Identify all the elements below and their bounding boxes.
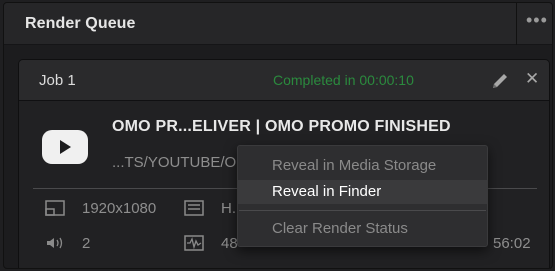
menu-item-reveal-in-finder[interactable]: Reveal in Finder	[238, 180, 487, 204]
audio-channels-value: 2	[82, 235, 91, 252]
speaker-icon	[47, 237, 63, 249]
menu-item-clear-render-status[interactable]: Clear Render Status	[238, 217, 487, 241]
output-path: ...TS/YOUTUBE/O	[112, 154, 237, 171]
duration-value: 56:02	[493, 235, 531, 252]
menu-separator	[239, 210, 486, 211]
more-horizontal-icon[interactable]: •••	[526, 10, 548, 31]
job-title: Job 1	[39, 72, 76, 89]
job-status: Completed in 00:00:10	[273, 72, 414, 88]
panel-header: Render Queue •••	[4, 3, 552, 45]
resolution-icon	[45, 200, 65, 216]
output-name: OMO PR...ELIVER | OMO PROMO FINISHED	[112, 118, 451, 135]
bitrate-value: 48	[221, 235, 238, 252]
pencil-icon[interactable]	[489, 70, 511, 92]
render-queue-panel: Render Queue ••• Job 1 Completed in 00:0…	[3, 2, 553, 269]
close-icon[interactable]: ✕	[525, 69, 539, 89]
codec-icon	[184, 200, 204, 216]
youtube-icon	[42, 130, 88, 164]
header-divider	[516, 3, 517, 45]
codec-value: H.	[221, 200, 236, 217]
job-header: Job 1 Completed in 00:00:10 ✕	[19, 60, 549, 101]
menu-item-reveal-in-media-storage[interactable]: Reveal in Media Storage	[238, 154, 487, 178]
panel-title: Render Queue	[25, 15, 136, 32]
resolution-value: 1920x1080	[82, 200, 157, 217]
context-menu: Reveal in Media Storage Reveal in Finder…	[237, 145, 488, 247]
play-triangle	[60, 140, 71, 154]
waveform-icon	[184, 235, 204, 251]
